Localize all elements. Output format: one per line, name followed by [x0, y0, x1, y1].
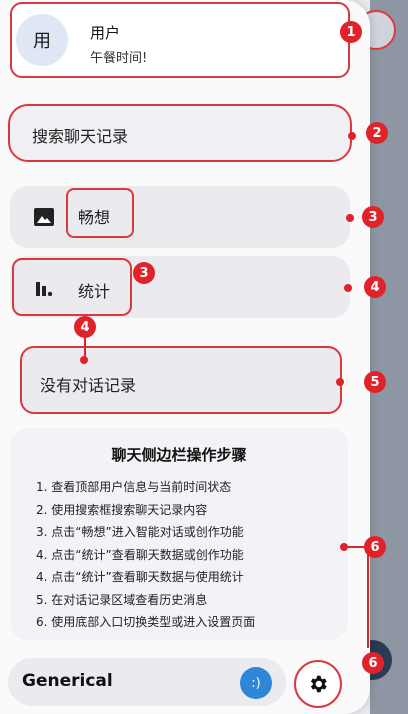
user-profile-card[interactable]: 用 用户 午餐时间!: [10, 2, 350, 78]
settings-button[interactable]: [294, 660, 342, 708]
instructions-list: 1. 查看顶部用户信息与当前时间状态 2. 使用搜索框搜索聊天记录内容 3. 点…: [36, 476, 255, 634]
annotation-dot: [80, 356, 88, 364]
user-status: 午餐时间!: [90, 51, 148, 66]
user-name: 用户: [90, 24, 121, 42]
annotation-dot: [340, 543, 348, 551]
annotation-badge-6: 6: [364, 536, 386, 558]
list-item: 3. 点击“畅想”进入智能对话或创作功能: [36, 525, 244, 539]
bottom-entry-bar[interactable]: Generical :): [8, 658, 286, 706]
chat-sidebar: 用 用户 午餐时间! 搜索聊天记录 畅想 统计 没有对话记录 聊天侧边栏操作步骤…: [0, 0, 370, 714]
list-item: 2. 使用搜索框搜索聊天记录内容: [36, 502, 208, 517]
bottom-label: Generical: [22, 671, 113, 691]
nav-label-stats: 统计: [78, 282, 111, 301]
annotation-dot: [344, 284, 352, 292]
annotation-badge-5: 5: [364, 371, 386, 393]
annotation-dot: [346, 214, 354, 222]
gear-icon: [310, 675, 327, 693]
search-chat-history[interactable]: 搜索聊天记录: [8, 104, 352, 162]
smile-button[interactable]: :): [240, 667, 272, 699]
annotation-badge-3: 3: [362, 206, 384, 228]
annotation-badge-4: 4: [364, 276, 386, 298]
empty-label: 没有对话记录: [40, 376, 137, 395]
list-item: 4. 点击“统计”查看聊天数据或创作功能: [36, 547, 244, 562]
list-item: 6. 使用底部入口切换类型或进入设置页面: [36, 615, 256, 629]
list-item: 1. 查看顶部用户信息与当前时间状态: [36, 480, 232, 494]
list-item: 5. 在对话记录区域查看历史消息: [36, 592, 208, 607]
avatar: 用: [16, 14, 68, 66]
annotation-badge-6b: 6: [362, 652, 384, 674]
annotation-line: [84, 336, 86, 358]
nav-item-changxiang[interactable]: [10, 186, 350, 248]
empty-chat-history: 没有对话记录: [20, 346, 342, 414]
annotation-line: [367, 548, 369, 648]
image-icon: [34, 208, 54, 226]
search-label: 搜索聊天记录: [32, 127, 129, 146]
annotation-badge-4b: 4: [74, 316, 96, 338]
smile-icon: :): [251, 675, 261, 691]
stats-highlight: [12, 258, 132, 316]
instructions-title: 聊天侧边栏操作步骤: [111, 446, 247, 464]
annotation-badge-2: 2: [366, 122, 388, 144]
annotation-dot: [336, 378, 344, 386]
instructions-card: 聊天侧边栏操作步骤 1. 查看顶部用户信息与当前时间状态 2. 使用搜索框搜索聊…: [10, 428, 348, 640]
annotation-badge-3b: 3: [133, 262, 155, 284]
annotation-dot: [348, 132, 356, 140]
list-item: 4. 点击“统计”查看聊天数据与使用统计: [36, 570, 244, 584]
annotation-badge-1: 1: [340, 21, 362, 43]
nav-label-changxiang: 畅想: [78, 208, 111, 227]
background-chat-area: [370, 0, 408, 714]
